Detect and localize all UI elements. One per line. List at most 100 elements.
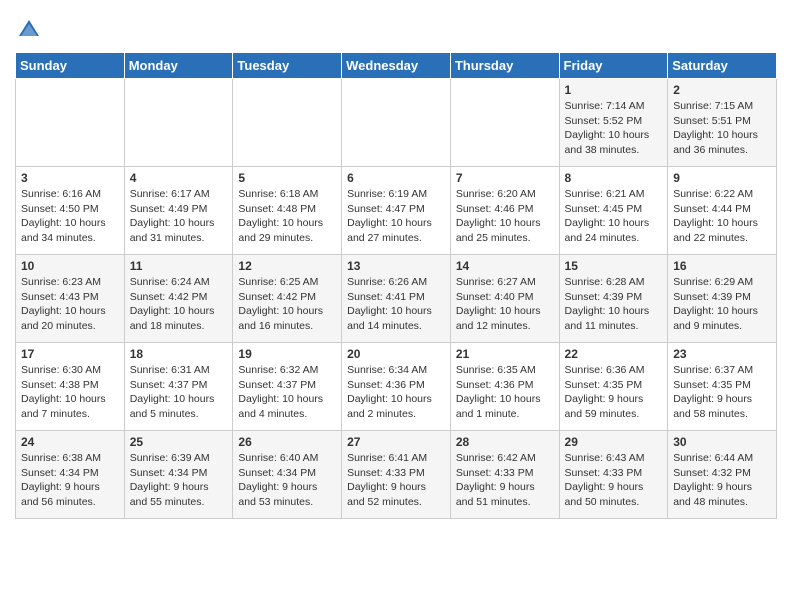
calendar-cell: 18Sunrise: 6:31 AM Sunset: 4:37 PM Dayli… <box>124 343 233 431</box>
day-number: 29 <box>565 435 663 449</box>
day-number: 20 <box>347 347 445 361</box>
calendar-cell: 14Sunrise: 6:27 AM Sunset: 4:40 PM Dayli… <box>450 255 559 343</box>
day-info: Sunrise: 6:16 AM Sunset: 4:50 PM Dayligh… <box>21 187 119 246</box>
header-day-saturday: Saturday <box>668 53 777 79</box>
header <box>15 10 777 44</box>
day-number: 13 <box>347 259 445 273</box>
day-info: Sunrise: 6:22 AM Sunset: 4:44 PM Dayligh… <box>673 187 771 246</box>
header-day-monday: Monday <box>124 53 233 79</box>
day-info: Sunrise: 6:34 AM Sunset: 4:36 PM Dayligh… <box>347 363 445 422</box>
day-number: 5 <box>238 171 336 185</box>
calendar-cell: 12 Sunrise: 6:25 AM Sunset: 4:42 PM Dayli… <box>233 255 342 343</box>
header-day-wednesday: Wednesday <box>342 53 451 79</box>
day-info: Sunrise: 6:24 AM Sunset: 4:42 PM Dayligh… <box>130 275 228 334</box>
day-number: 23 <box>673 347 771 361</box>
header-day-thursday: Thursday <box>450 53 559 79</box>
calendar-cell: 2Sunrise: 7:15 AM Sunset: 5:51 PM Daylig… <box>668 79 777 167</box>
logo <box>15 16 47 44</box>
day-info: Sunrise: 6:31 AM Sunset: 4:37 PM Dayligh… <box>130 363 228 422</box>
day-number: 12 <box>238 259 336 273</box>
logo-icon <box>15 16 43 44</box>
calendar-cell: 4 Sunrise: 6:17 AM Sunset: 4:49 PM Daylig… <box>124 167 233 255</box>
day-info: Sunrise: 6:29 AM Sunset: 4:39 PM Dayligh… <box>673 275 771 334</box>
calendar-cell: 16Sunrise: 6:29 AM Sunset: 4:39 PM Dayli… <box>668 255 777 343</box>
day-number: 1 <box>565 83 663 97</box>
day-info: Sunrise: 6:21 AM Sunset: 4:45 PM Dayligh… <box>565 187 663 246</box>
day-number: 8 <box>565 171 663 185</box>
day-info: Sunrise: 7:15 AM Sunset: 5:51 PM Dayligh… <box>673 99 771 158</box>
day-number: 22 <box>565 347 663 361</box>
week-row-3: 10 Sunrise: 6:23 AM Sunset: 4:43 PM Dayli… <box>16 255 777 343</box>
calendar-cell: 26 Sunrise: 6:40 AM Sunset: 4:34 PM Dayli… <box>233 431 342 519</box>
week-row-2: 3 Sunrise: 6:16 AM Sunset: 4:50 PM Daylig… <box>16 167 777 255</box>
day-number: 15 <box>565 259 663 273</box>
calendar-cell: 19 Sunrise: 6:32 AM Sunset: 4:37 PM Dayli… <box>233 343 342 431</box>
calendar-cell <box>450 79 559 167</box>
day-number: 3 <box>21 171 119 185</box>
header-day-tuesday: Tuesday <box>233 53 342 79</box>
day-number: 6 <box>347 171 445 185</box>
calendar-cell: 20 Sunrise: 6:34 AM Sunset: 4:36 PM Dayli… <box>342 343 451 431</box>
calendar-cell <box>233 79 342 167</box>
day-info: Sunrise: 6:40 AM Sunset: 4:34 PM Dayligh… <box>238 451 336 510</box>
calendar-cell: 17Sunrise: 6:30 AM Sunset: 4:38 PM Dayli… <box>16 343 125 431</box>
day-info: Sunrise: 6:23 AM Sunset: 4:43 PM Dayligh… <box>21 275 119 334</box>
calendar-cell: 29 Sunrise: 6:43 AM Sunset: 4:33 PM Dayli… <box>559 431 668 519</box>
day-number: 30 <box>673 435 771 449</box>
day-info: Sunrise: 6:25 AM Sunset: 4:42 PM Dayligh… <box>238 275 336 334</box>
day-number: 28 <box>456 435 554 449</box>
day-info: Sunrise: 6:26 AM Sunset: 4:41 PM Dayligh… <box>347 275 445 334</box>
day-info: Sunrise: 6:44 AM Sunset: 4:32 PM Dayligh… <box>673 451 771 510</box>
calendar-cell: 23 Sunrise: 6:37 AM Sunset: 4:35 PM Dayli… <box>668 343 777 431</box>
calendar-cell: 30 Sunrise: 6:44 AM Sunset: 4:32 PM Dayli… <box>668 431 777 519</box>
calendar-cell <box>124 79 233 167</box>
calendar-cell: 8 Sunrise: 6:21 AM Sunset: 4:45 PM Daylig… <box>559 167 668 255</box>
day-number: 10 <box>21 259 119 273</box>
day-info: Sunrise: 6:19 AM Sunset: 4:47 PM Dayligh… <box>347 187 445 246</box>
day-info: Sunrise: 6:17 AM Sunset: 4:49 PM Dayligh… <box>130 187 228 246</box>
day-info: Sunrise: 6:32 AM Sunset: 4:37 PM Dayligh… <box>238 363 336 422</box>
day-info: Sunrise: 6:39 AM Sunset: 4:34 PM Dayligh… <box>130 451 228 510</box>
calendar-table: SundayMondayTuesdayWednesdayThursdayFrid… <box>15 52 777 519</box>
day-info: Sunrise: 6:27 AM Sunset: 4:40 PM Dayligh… <box>456 275 554 334</box>
calendar-cell: 27Sunrise: 6:41 AM Sunset: 4:33 PM Dayli… <box>342 431 451 519</box>
calendar-cell: 25 Sunrise: 6:39 AM Sunset: 4:34 PM Dayli… <box>124 431 233 519</box>
calendar-cell: 22 Sunrise: 6:36 AM Sunset: 4:35 PM Dayli… <box>559 343 668 431</box>
day-info: Sunrise: 6:42 AM Sunset: 4:33 PM Dayligh… <box>456 451 554 510</box>
day-info: Sunrise: 6:20 AM Sunset: 4:46 PM Dayligh… <box>456 187 554 246</box>
header-day-friday: Friday <box>559 53 668 79</box>
day-number: 17 <box>21 347 119 361</box>
calendar-cell: 11 Sunrise: 6:24 AM Sunset: 4:42 PM Dayli… <box>124 255 233 343</box>
day-number: 4 <box>130 171 228 185</box>
calendar-cell: 13 Sunrise: 6:26 AM Sunset: 4:41 PM Dayli… <box>342 255 451 343</box>
day-number: 11 <box>130 259 228 273</box>
day-info: Sunrise: 6:35 AM Sunset: 4:36 PM Dayligh… <box>456 363 554 422</box>
day-number: 25 <box>130 435 228 449</box>
day-info: Sunrise: 7:14 AM Sunset: 5:52 PM Dayligh… <box>565 99 663 158</box>
day-number: 7 <box>456 171 554 185</box>
calendar-cell: 21 Sunrise: 6:35 AM Sunset: 4:36 PM Dayli… <box>450 343 559 431</box>
calendar-cell: 7 Sunrise: 6:20 AM Sunset: 4:46 PM Daylig… <box>450 167 559 255</box>
header-row: SundayMondayTuesdayWednesdayThursdayFrid… <box>16 53 777 79</box>
calendar-cell: 28 Sunrise: 6:42 AM Sunset: 4:33 PM Dayli… <box>450 431 559 519</box>
calendar-cell: 24Sunrise: 6:38 AM Sunset: 4:34 PM Dayli… <box>16 431 125 519</box>
day-number: 19 <box>238 347 336 361</box>
day-number: 9 <box>673 171 771 185</box>
day-number: 26 <box>238 435 336 449</box>
day-info: Sunrise: 6:37 AM Sunset: 4:35 PM Dayligh… <box>673 363 771 422</box>
header-day-sunday: Sunday <box>16 53 125 79</box>
day-info: Sunrise: 6:18 AM Sunset: 4:48 PM Dayligh… <box>238 187 336 246</box>
week-row-5: 24Sunrise: 6:38 AM Sunset: 4:34 PM Dayli… <box>16 431 777 519</box>
calendar-cell: 9 Sunrise: 6:22 AM Sunset: 4:44 PM Daylig… <box>668 167 777 255</box>
calendar-cell: 5 Sunrise: 6:18 AM Sunset: 4:48 PM Daylig… <box>233 167 342 255</box>
day-info: Sunrise: 6:28 AM Sunset: 4:39 PM Dayligh… <box>565 275 663 334</box>
calendar-cell: 6 Sunrise: 6:19 AM Sunset: 4:47 PM Daylig… <box>342 167 451 255</box>
day-info: Sunrise: 6:41 AM Sunset: 4:33 PM Dayligh… <box>347 451 445 510</box>
week-row-1: 1 Sunrise: 7:14 AM Sunset: 5:52 PM Daylig… <box>16 79 777 167</box>
day-number: 21 <box>456 347 554 361</box>
day-info: Sunrise: 6:36 AM Sunset: 4:35 PM Dayligh… <box>565 363 663 422</box>
calendar-cell <box>16 79 125 167</box>
day-number: 24 <box>21 435 119 449</box>
day-info: Sunrise: 6:43 AM Sunset: 4:33 PM Dayligh… <box>565 451 663 510</box>
calendar-cell: 10 Sunrise: 6:23 AM Sunset: 4:43 PM Dayli… <box>16 255 125 343</box>
